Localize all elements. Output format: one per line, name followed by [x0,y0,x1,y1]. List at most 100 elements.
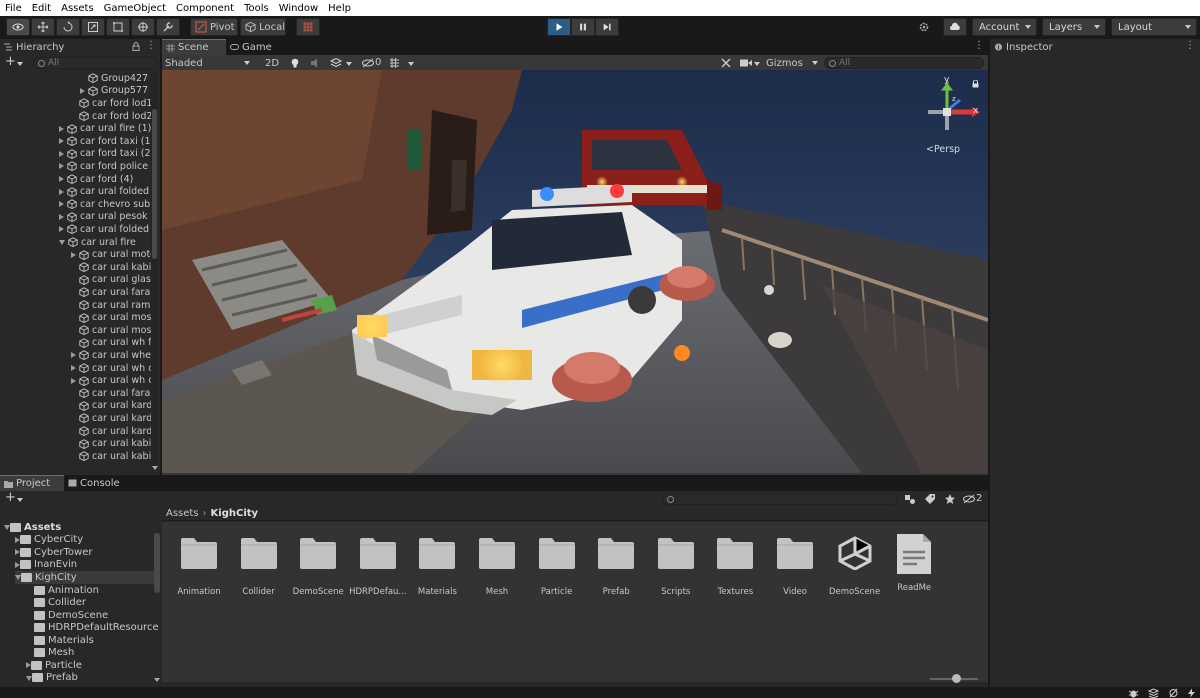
hierarchy-item[interactable]: car ural kabi [71,437,151,450]
menu-item-file[interactable]: File [0,3,27,14]
hierarchy-item[interactable]: car ural moto [71,248,156,261]
cloud-button[interactable] [943,18,967,36]
hierarchy-item[interactable]: car ural kard [71,425,152,438]
lighting-icon[interactable] [1186,688,1197,698]
menu-item-window[interactable]: Window [274,3,323,14]
hierarchy-item[interactable]: car ural whe [71,349,151,362]
perspective-label[interactable]: <Persp [926,144,960,155]
kebab-menu-icon[interactable]: ⋮ [1185,40,1195,51]
pivot-toggle-button[interactable]: Pivot [190,18,238,36]
tab-game[interactable]: Game [226,39,280,55]
expand-arrow-icon[interactable] [71,352,76,359]
local-toggle-button[interactable]: Local [240,18,286,36]
hierarchy-item[interactable]: car ural kabi [71,450,151,463]
asset-folder[interactable]: Textures [705,536,765,597]
asset-scene[interactable]: DemoScene [825,536,885,597]
hidden-objects-icon[interactable] [962,493,976,505]
hierarchy-scroll-thumb[interactable] [152,109,157,259]
lock-icon[interactable] [132,42,140,51]
hierarchy-item[interactable]: car chevro sub [59,198,150,211]
menu-item-edit[interactable]: Edit [27,3,56,14]
asset-folder[interactable]: HDRPDefau... [348,536,408,597]
tab-console[interactable]: Console [64,475,128,491]
hierarchy-item[interactable]: car ural mos [71,324,151,337]
hierarchy-item[interactable]: car ural fara [71,286,150,299]
rect-tool-button[interactable] [106,18,130,36]
tab-project[interactable]: Project [0,475,64,491]
collapse-arrow-icon[interactable] [59,240,65,246]
hierarchy-item[interactable]: car ural wh c [71,362,153,375]
kebab-menu-icon[interactable]: ⋮ [146,40,156,51]
hierarchy-item[interactable]: car ford lod1 [71,97,152,110]
hierarchy-item[interactable]: car ural glas [71,274,151,287]
hierarchy-item[interactable]: car ural folded [59,185,149,198]
gizmos-dropdown[interactable]: Gizmos [762,55,820,71]
expand-arrow-icon[interactable] [59,138,64,145]
hierarchy-item[interactable]: car ural folded [59,223,149,236]
scroll-down-icon[interactable] [154,678,160,682]
kebab-menu-icon[interactable]: ⋮ [974,40,984,51]
transform-tool-button[interactable] [131,18,155,36]
project-tree-item[interactable]: Particle [26,659,82,672]
project-tree-item[interactable]: DemoScene [26,609,108,622]
project-tree-item[interactable]: InanEvin [15,559,77,572]
hidden-objects-icon[interactable] [361,57,375,69]
hierarchy-item[interactable]: car ural pesok [59,211,148,224]
hierarchy-item[interactable]: car ural mos [71,311,151,324]
project-search-input[interactable] [662,493,898,505]
account-dropdown[interactable]: Account [972,18,1037,36]
scroll-down-icon[interactable] [152,466,158,470]
cache-icon[interactable] [1148,688,1159,698]
hierarchy-item[interactable]: car ford police [59,160,148,173]
effects-icon[interactable] [330,57,344,69]
hierarchy-item[interactable]: car ural kabi [71,261,151,274]
add-icon[interactable]: + [5,490,16,505]
pause-button[interactable] [571,18,595,36]
hierarchy-item[interactable]: car ural rama [71,299,156,312]
step-button[interactable] [595,18,619,36]
asset-folder[interactable]: Video [765,536,825,597]
expand-arrow-icon[interactable] [59,188,64,195]
menu-item-component[interactable]: Component [171,3,239,14]
label-tag-icon[interactable] [924,493,936,505]
bake-icon[interactable] [1168,688,1179,698]
asset-folder[interactable]: Mesh [467,536,527,597]
scene-viewport[interactable]: y x z <Persp [162,70,988,473]
hierarchy-item[interactable]: Group577 [80,85,148,98]
expand-arrow-icon[interactable] [59,150,64,157]
filter-type-icon[interactable] [904,493,916,505]
view-tool-button[interactable] [6,18,30,36]
layout-dropdown[interactable]: Layout [1111,18,1197,36]
asset-folder[interactable]: Collider [229,536,289,597]
hierarchy-item[interactable]: car ural wh f [71,337,152,350]
star-icon[interactable] [944,493,956,505]
scene-search-input[interactable]: All [824,57,984,69]
hierarchy-item[interactable]: car ural kard [71,400,152,413]
shading-mode-dropdown[interactable]: Shaded [162,55,256,71]
tab-inspector[interactable]: Inspector [990,39,1200,55]
hierarchy-item[interactable]: car ural fire [59,236,136,249]
breadcrumb-assets[interactable]: Assets [166,508,199,519]
asset-readme[interactable]: ReadMe [884,534,944,593]
project-tree-item[interactable]: CyberCity [15,534,83,547]
expand-arrow-icon[interactable] [71,365,76,372]
grid-snap-button[interactable] [296,18,320,36]
hierarchy-item[interactable]: car ford lod2 [71,110,152,123]
asset-folder[interactable]: Particle [527,536,587,597]
chevron-down-icon[interactable] [346,62,352,66]
expand-arrow-icon[interactable] [59,201,64,208]
hierarchy-item[interactable]: Group427 [80,72,148,85]
chevron-down-icon[interactable] [754,62,760,66]
bug-icon[interactable] [1128,688,1139,698]
expand-arrow-icon[interactable] [71,377,76,384]
expand-arrow-icon[interactable] [59,226,64,233]
project-tree-item[interactable]: Materials [26,634,94,647]
lightbulb-icon[interactable] [289,57,301,69]
orientation-gizmo[interactable]: y x z <Persp [914,75,984,165]
asset-folder[interactable]: DemoScene [288,536,348,597]
chevron-down-icon[interactable] [408,62,414,66]
expand-arrow-icon[interactable] [80,87,85,94]
expand-arrow-icon[interactable] [71,251,76,258]
asset-folder[interactable]: Scripts [646,536,706,597]
expand-arrow-icon[interactable] [59,213,64,220]
